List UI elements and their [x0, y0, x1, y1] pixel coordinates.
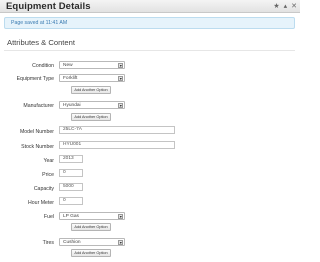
close-icon[interactable]: ✕: [291, 2, 297, 11]
fuel-label: Fuel: [43, 214, 54, 220]
condition-label: Condition: [32, 63, 54, 69]
fuel-add-option-button[interactable]: Add Another Option: [71, 223, 111, 231]
equipment-type-select[interactable]: Forklift ▼: [59, 74, 125, 82]
condition-select[interactable]: New ▼: [59, 61, 125, 69]
stock-number-label: Stock Number: [21, 144, 54, 150]
condition-value: New: [63, 63, 73, 68]
model-number-field[interactable]: 25LC-7A: [59, 126, 175, 134]
tires-label: Tires: [42, 240, 54, 246]
collapse-icon[interactable]: ▴: [284, 2, 288, 11]
year-label: Year: [43, 158, 54, 164]
page-title: Equipment Details: [6, 1, 91, 12]
manufacturer-value: Hyundai: [63, 103, 81, 108]
year-field[interactable]: 2013: [59, 155, 83, 163]
chevron-down-icon[interactable]: ▼: [118, 214, 123, 219]
section-title: Attributes & Content: [7, 38, 75, 47]
equipment-type-label: Equipment Type: [16, 76, 54, 82]
model-number-label: Model Number: [19, 129, 54, 135]
chevron-down-icon[interactable]: ▼: [118, 103, 123, 108]
hour-meter-label: Hour Meter: [28, 200, 54, 206]
save-notice: Page saved at 11:41 AM: [4, 17, 295, 29]
chevron-down-icon[interactable]: ▼: [118, 240, 123, 245]
chevron-down-icon[interactable]: ▼: [118, 63, 123, 68]
section-divider: [4, 50, 295, 51]
header-icons: ★ ▴ ✕: [273, 2, 297, 11]
panel-header: Equipment Details ★ ▴ ✕: [0, 0, 300, 13]
manufacturer-add-option-button[interactable]: Add Another Option: [71, 113, 111, 121]
tires-add-option-button[interactable]: Add Another Option: [71, 249, 111, 257]
star-icon[interactable]: ★: [273, 2, 279, 11]
fuel-select[interactable]: LP Gas ▼: [59, 212, 125, 220]
capacity-field[interactable]: 5000: [59, 183, 83, 191]
chevron-down-icon[interactable]: ▼: [118, 76, 123, 81]
save-notice-text: Page saved at 11:41 AM: [11, 20, 68, 26]
tires-select[interactable]: Cushion ▼: [59, 238, 125, 246]
fuel-value: LP Gas: [63, 214, 79, 219]
manufacturer-select[interactable]: Hyundai ▼: [59, 101, 125, 109]
equipment-type-add-option-button[interactable]: Add Another Option: [71, 86, 111, 94]
equipment-type-value: Forklift: [63, 76, 78, 81]
stock-number-field[interactable]: HYU001: [59, 141, 175, 149]
price-field[interactable]: 0: [59, 169, 83, 177]
capacity-label: Capacity: [33, 186, 54, 192]
tires-value: Cushion: [63, 240, 81, 245]
manufacturer-label: Manufacturer: [23, 103, 54, 109]
price-label: Price: [42, 172, 54, 178]
hour-meter-field[interactable]: 0: [59, 197, 83, 205]
